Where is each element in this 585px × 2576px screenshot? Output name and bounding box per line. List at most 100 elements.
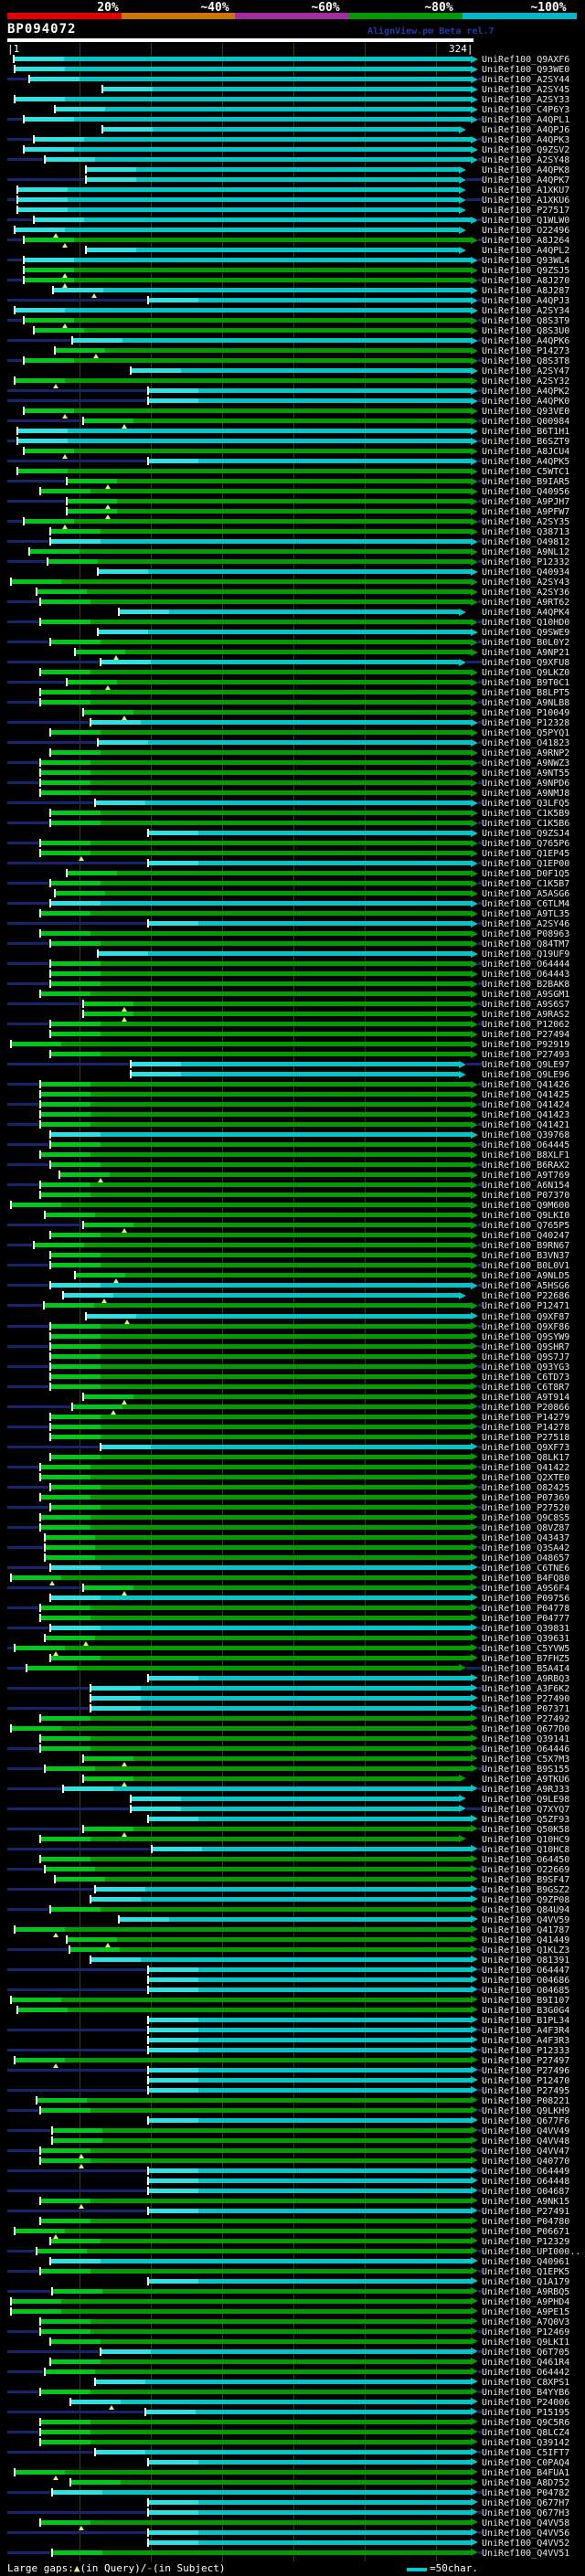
alignment-bar[interactable]	[45, 157, 471, 163]
uniref-hit-label[interactable]: UniRef100_P07370	[482, 1191, 569, 1201]
uniref-hit-label[interactable]: UniRef100_Q9XF86	[482, 1322, 569, 1332]
alignment-bar[interactable]	[40, 1193, 471, 1198]
uniref-hit-label[interactable]: UniRef100_O64450	[482, 1855, 569, 1865]
uniref-hit-label[interactable]: UniRef100_A4QPJ6	[482, 125, 569, 135]
uniref-hit-label[interactable]: UniRef100_A9RJ33	[482, 1785, 569, 1795]
uniref-hit-label[interactable]: UniRef100_P12333	[482, 2046, 569, 2056]
alignment-bar[interactable]	[40, 2318, 471, 2324]
uniref-hit-label[interactable]: UniRef100_A8D752	[482, 2478, 569, 2488]
uniref-hit-label[interactable]: UniRef100_Q9SYW9	[482, 1332, 569, 1342]
uniref-hit-label[interactable]: UniRef100_C0PAQ4	[482, 2458, 569, 2468]
uniref-hit-label[interactable]: UniRef100_Q00984	[482, 417, 569, 427]
alignment-bar[interactable]	[40, 690, 471, 695]
uniref-hit-label[interactable]: UniRef100_A4QPL2	[482, 246, 569, 256]
alignment-bar[interactable]	[90, 720, 471, 726]
alignment-bar[interactable]	[40, 1605, 471, 1610]
alignment-bar[interactable]	[50, 901, 471, 906]
uniref-hit-label[interactable]: UniRef100_P12470	[482, 2076, 569, 2086]
uniref-hit-label[interactable]: UniRef100_P27517	[482, 206, 569, 216]
uniref-hit-label[interactable]: UniRef100_P12329	[482, 2237, 569, 2247]
alignment-bar[interactable]	[40, 1615, 471, 1620]
uniref-hit-label[interactable]: UniRef100_A9NK15	[482, 2197, 569, 2207]
uniref-hit-label[interactable]: UniRef100_Q9ZSJ5	[482, 266, 569, 276]
uniref-hit-label[interactable]: UniRef100_A2SY34	[482, 306, 569, 316]
uniref-hit-label[interactable]: UniRef100_A9NP21	[482, 648, 569, 658]
uniref-hit-label[interactable]: UniRef100_O04687	[482, 2187, 569, 2197]
alignment-bar[interactable]	[17, 429, 471, 434]
uniref-hit-label[interactable]: UniRef100_Q93VE0	[482, 407, 569, 417]
uniref-hit-label[interactable]: UniRef100_A4QPK5	[482, 457, 569, 467]
uniref-hit-label[interactable]: UniRef100_Q10HC8	[482, 1845, 569, 1855]
alignment-bar[interactable]	[97, 740, 471, 746]
uniref-hit-label[interactable]: UniRef100_Q8VZ87	[482, 1523, 569, 1533]
uniref-hit-label[interactable]: UniRef100_A9NT55	[482, 769, 569, 779]
uniref-hit-label[interactable]: UniRef100_Q1EP00	[482, 859, 569, 869]
alignment-bar[interactable]	[10, 1203, 471, 1208]
uniref-hit-label[interactable]: UniRef100_C4P6Y3	[482, 105, 569, 115]
alignment-bar[interactable]	[10, 1042, 471, 1047]
uniref-hit-label[interactable]: UniRef100_Q765P5	[482, 1221, 569, 1231]
uniref-hit-label[interactable]: UniRef100_B0L0Y2	[482, 638, 569, 648]
alignment-bar[interactable]	[50, 1383, 471, 1389]
uniref-hit-label[interactable]: UniRef100_Q7XYQ7	[482, 1805, 569, 1815]
uniref-hit-label[interactable]: UniRef100_A2SY33	[482, 95, 569, 105]
alignment-bar[interactable]	[40, 2429, 471, 2434]
uniref-hit-label[interactable]: UniRef100_P12062	[482, 1020, 569, 1030]
uniref-hit-label[interactable]: UniRef100_A8J264	[482, 236, 569, 246]
uniref-hit-label[interactable]: UniRef100_Q40961	[482, 2257, 569, 2267]
uniref-hit-label[interactable]: UniRef100_C6TD73	[482, 1373, 569, 1383]
uniref-hit-label[interactable]: UniRef100_P27493	[482, 1050, 569, 1060]
alignment-bar[interactable]	[50, 640, 471, 645]
uniref-hit-label[interactable]: UniRef100_P04780	[482, 2217, 569, 2227]
uniref-hit-label[interactable]: UniRef100_Q84U94	[482, 1905, 569, 1915]
alignment-bar[interactable]	[23, 117, 471, 122]
uniref-hit-label[interactable]: UniRef100_Q4VV52	[482, 2539, 569, 2549]
uniref-hit-label[interactable]: UniRef100_P27494	[482, 1030, 569, 1040]
uniref-hit-label[interactable]: UniRef100_Q8LCZ4	[482, 2428, 569, 2438]
uniref-hit-label[interactable]: UniRef100_Q38713	[482, 527, 569, 537]
alignment-bar[interactable]	[63, 1786, 471, 1791]
uniref-hit-label[interactable]: UniRef100_A9RAS2	[482, 1010, 569, 1020]
alignment-bar[interactable]	[45, 1866, 471, 1871]
uniref-hit-label[interactable]: UniRef100_B9I107	[482, 1996, 569, 2006]
uniref-hit-label[interactable]: UniRef100_A9NL12	[482, 547, 569, 557]
uniref-hit-label[interactable]: UniRef100_A8J287	[482, 286, 569, 296]
alignment-bar[interactable]	[40, 1735, 471, 1741]
uniref-hit-label[interactable]: UniRef100_Q6T705	[482, 2348, 569, 2358]
alignment-bar[interactable]	[50, 2359, 471, 2364]
uniref-hit-label[interactable]: UniRef100_Q9LKZ0	[482, 668, 569, 678]
uniref-hit-label[interactable]: UniRef100_A9S6F4	[482, 1584, 569, 1594]
alignment-bar[interactable]	[50, 1022, 471, 1027]
alignment-bar[interactable]	[53, 288, 471, 293]
alignment-bar[interactable]	[36, 2097, 471, 2103]
alignment-bar[interactable]	[40, 2218, 471, 2223]
uniref-hit-label[interactable]: UniRef100_P24006	[482, 2398, 569, 2408]
alignment-bar[interactable]	[40, 1112, 471, 1118]
alignment-bar[interactable]	[40, 2328, 471, 2334]
alignment-bar[interactable]	[130, 368, 471, 374]
uniref-hit-label[interactable]: UniRef100_O64447	[482, 1966, 569, 1976]
alignment-bar[interactable]	[23, 147, 471, 153]
uniref-hit-label[interactable]: UniRef100_Q40770	[482, 2157, 569, 2167]
uniref-hit-label[interactable]: UniRef100_B0L0V1	[482, 1261, 569, 1271]
alignment-bar[interactable]	[90, 1896, 471, 1902]
uniref-hit-label[interactable]: UniRef100_C1K5B9	[482, 809, 569, 819]
uniref-hit-label[interactable]: UniRef100_Q10HC9	[482, 1835, 569, 1845]
uniref-hit-label[interactable]: UniRef100_P27490	[482, 1694, 569, 1704]
uniref-hit-label[interactable]: UniRef100_A1XKU7	[482, 186, 569, 196]
uniref-hit-label[interactable]: UniRef100_O41823	[482, 738, 569, 748]
alignment-bar[interactable]	[48, 559, 471, 565]
uniref-hit-label[interactable]: UniRef100_B6T1H1	[482, 427, 569, 437]
alignment-bar[interactable]	[50, 529, 471, 535]
alignment-bar[interactable]	[50, 1263, 471, 1268]
alignment-bar[interactable]	[66, 479, 471, 484]
uniref-hit-label[interactable]: UniRef100_Q4VV56	[482, 2528, 569, 2539]
uniref-hit-label[interactable]: UniRef100_O04686	[482, 1976, 569, 1986]
uniref-hit-label[interactable]: UniRef100_Q765P6	[482, 839, 569, 849]
alignment-bar[interactable]	[50, 1484, 471, 1489]
uniref-hit-label[interactable]: UniRef100_Q93WL4	[482, 256, 569, 266]
alignment-bar[interactable]	[50, 971, 471, 977]
uniref-hit-label[interactable]: UniRef100_P27520	[482, 1503, 569, 1513]
uniref-hit-label[interactable]: UniRef100_C1K5B6	[482, 819, 569, 829]
uniref-hit-label[interactable]: UniRef100_A2SY35	[482, 517, 569, 527]
